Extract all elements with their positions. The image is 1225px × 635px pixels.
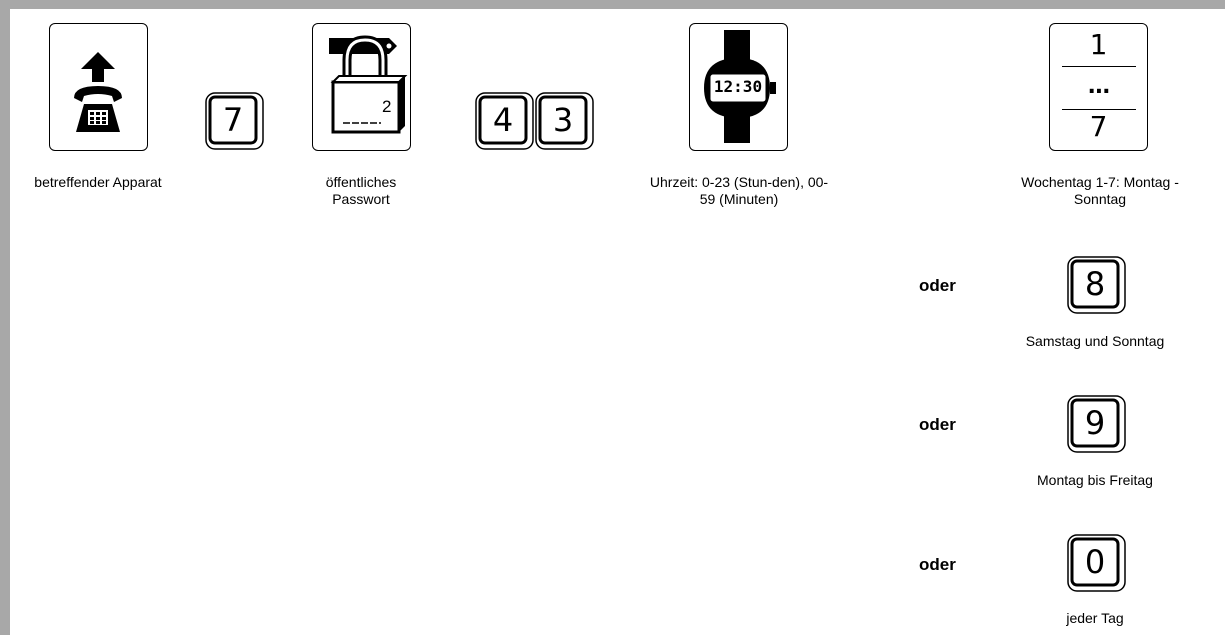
lock-card: 2 — [312, 23, 411, 151]
page-border-top — [0, 0, 1225, 9]
weekday-last: 7 — [1089, 110, 1108, 143]
key-digit: 9 — [1084, 404, 1106, 442]
oder-label: oder — [919, 415, 956, 434]
watch-card: 12:30 — [689, 23, 788, 151]
fraction-line — [1062, 66, 1136, 67]
key-3: 3 — [535, 92, 595, 151]
key-0: 0 — [1067, 534, 1127, 593]
phone-caption: betreffender Apparat — [34, 174, 162, 190]
key-digit: 7 — [222, 101, 244, 139]
alt-caption: Samstag und Sonntag — [1025, 333, 1165, 349]
weekday-first: 1 — [1089, 28, 1108, 61]
alt-caption: Montag bis Freitag — [1037, 472, 1153, 488]
key-digit: 4 — [492, 101, 514, 139]
watch-caption: Uhrzeit: 0-23 (Stun-den), 00-59 (Minuten… — [649, 174, 829, 207]
weekday-ellipsis: ... — [1087, 74, 1110, 99]
alt-caption: jeder Tag — [1066, 610, 1124, 626]
password-superscript: 2 — [382, 97, 392, 116]
oder-label: oder — [919, 276, 956, 295]
key-7: 7 — [205, 92, 265, 151]
page-border-left — [0, 0, 10, 635]
weekday-caption: Wochentag 1-7: Montag - Sonntag — [1021, 174, 1179, 207]
key-digit: 8 — [1084, 265, 1106, 303]
key-4: 4 — [475, 92, 535, 151]
lock-caption: öffentliches Passwort — [325, 174, 397, 207]
key-8: 8 — [1067, 256, 1127, 315]
padlock-icon — [329, 35, 408, 134]
key-digit: 0 — [1084, 543, 1106, 581]
weekday-card: 1 ... 7 — [1049, 23, 1148, 151]
oder-label: oder — [919, 555, 956, 574]
phone-handset-up-icon — [74, 52, 122, 132]
key-digit: 3 — [552, 101, 574, 139]
watch-time: 12:30 — [713, 77, 763, 96]
key-9: 9 — [1067, 395, 1127, 454]
phone-card — [49, 23, 148, 151]
